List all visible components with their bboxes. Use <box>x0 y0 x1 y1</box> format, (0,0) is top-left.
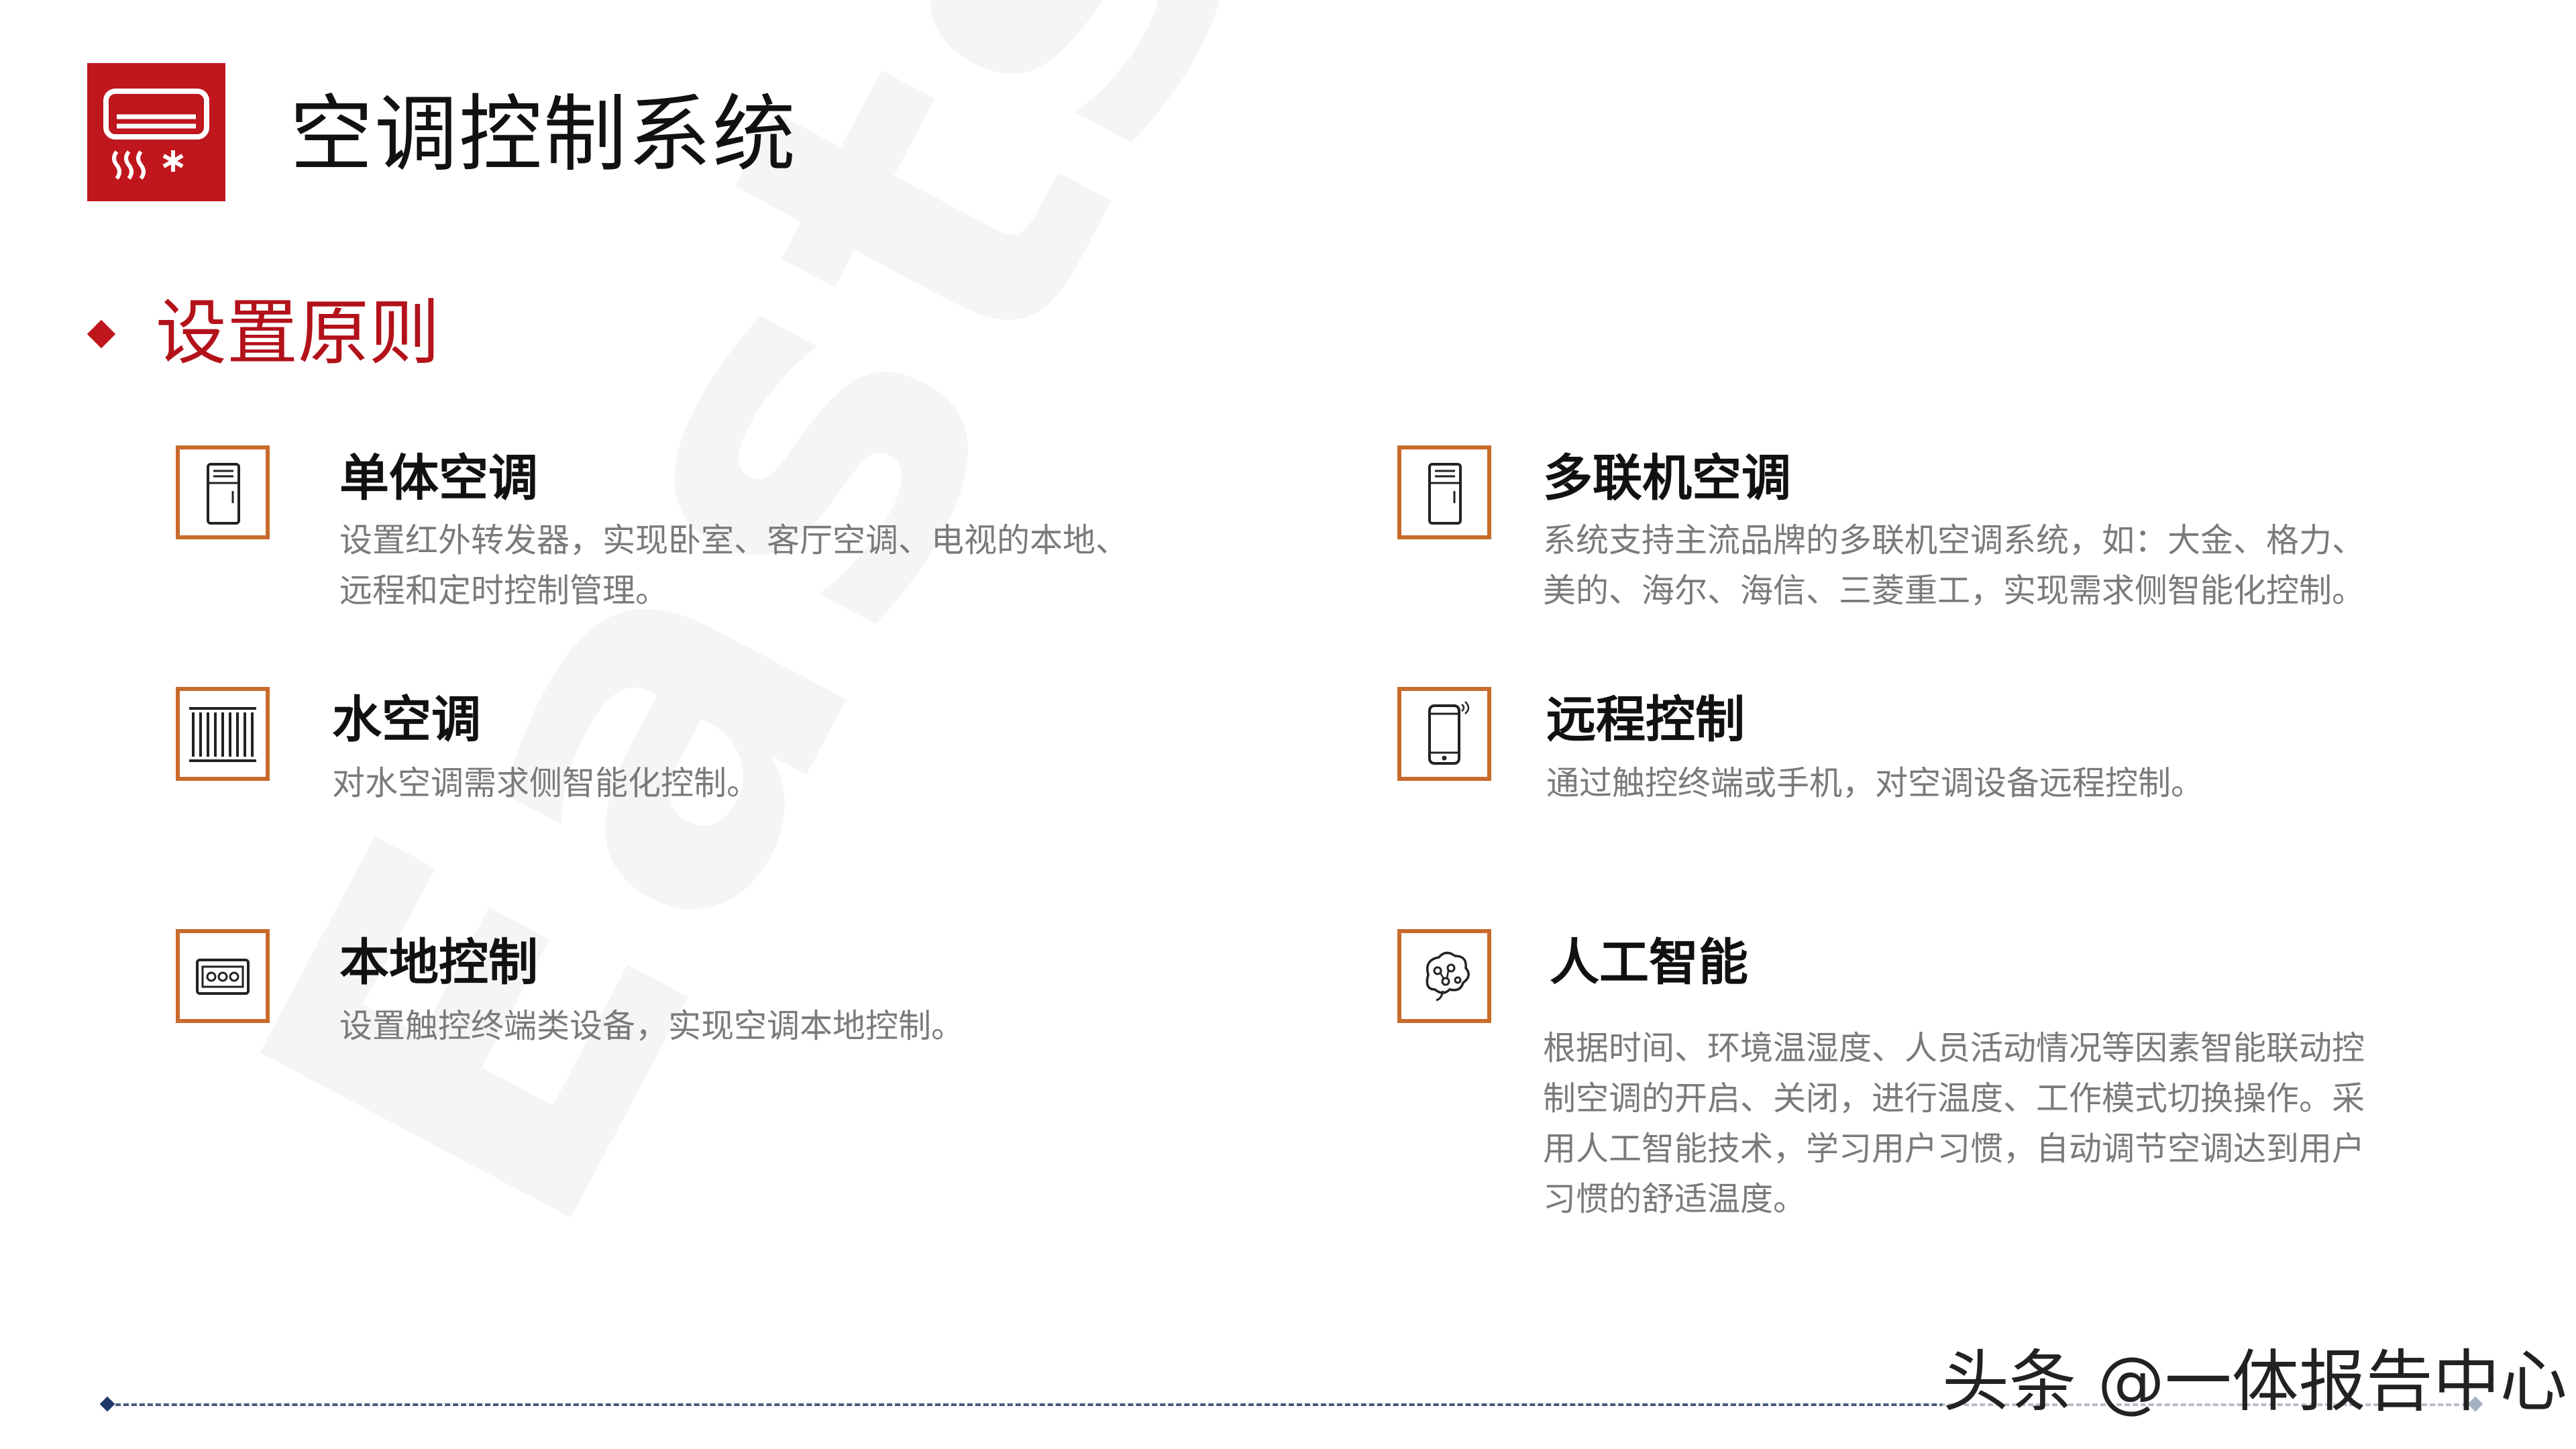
item-description: 根据时间、环境温湿度、人员活动情况等因素智能联动控制空调的开启、关闭，进行温度、… <box>1543 1029 2365 1218</box>
multi-split-ac-unit-icon <box>1397 445 1491 539</box>
item-title: 人工智能 <box>1550 934 1748 991</box>
item-description: 通过触控终端或手机，对空调设备远程控制。 <box>1546 764 2204 802</box>
item-title: 单体空调 <box>339 449 538 507</box>
page-title: 空调控制系统 <box>290 87 798 183</box>
mobile-phone-icon <box>1397 687 1491 781</box>
logo <box>87 63 225 201</box>
watermark: Eastsoft <box>154 0 1750 1310</box>
item-title: 多联机空调 <box>1543 449 1791 507</box>
item-title: 远程控制 <box>1546 691 1745 749</box>
item-description: 对水空调需求侧智能化控制。 <box>332 764 760 802</box>
section-heading: 设置原则 <box>156 292 440 374</box>
control-panel-icon <box>176 929 270 1023</box>
brain-icon <box>1397 929 1491 1023</box>
divider-dot-icon <box>99 1396 115 1412</box>
footer-source: 头条 @一体报告中心 <box>1942 1338 2567 1426</box>
item-title: 本地控制 <box>339 934 538 991</box>
section-bullet-icon <box>87 319 116 349</box>
item-title: 水空调 <box>332 691 481 749</box>
item-description: 设置红外转发器，实现卧室、客厅空调、电视的本地、远程和定时控制管理。 <box>339 521 1129 610</box>
item-description: 系统支持主流品牌的多联机空调系统，如：大金、格力、美的、海尔、海信、三菱重工，实… <box>1543 521 2365 610</box>
radiator-icon <box>176 687 270 781</box>
item-description: 设置触控终端类设备，实现空调本地控制。 <box>339 1007 965 1045</box>
single-ac-unit-icon <box>176 445 270 539</box>
air-conditioner-icon <box>103 89 209 180</box>
